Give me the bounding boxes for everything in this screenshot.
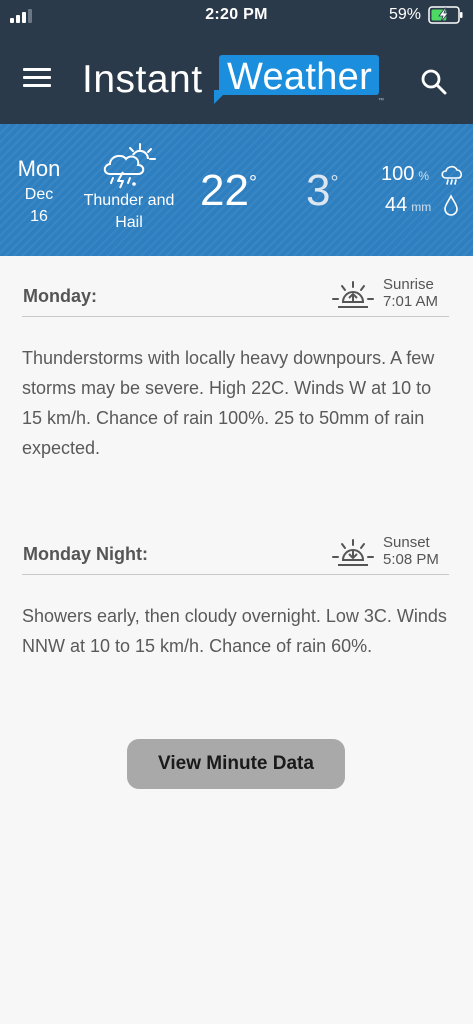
forecast-night-header: Monday Night: Sunset 5:08 PM bbox=[22, 534, 449, 575]
forecast-day-section: Monday: Sunrise 7:01 AM Thunderstorms wi… bbox=[22, 276, 449, 463]
low-temp-value: 3 bbox=[306, 166, 331, 215]
sunset-label: Sunset bbox=[383, 534, 430, 551]
condition-text: Thunder and Hail bbox=[83, 192, 175, 231]
day-name: Mon bbox=[17, 156, 61, 181]
high-temp-degree: ° bbox=[248, 172, 257, 194]
rain-chance-unit: % bbox=[418, 169, 430, 183]
battery-charging-icon bbox=[428, 6, 463, 24]
forecast-night-section: Monday Night: Sunset 5:08 PM Showers ear… bbox=[22, 534, 449, 661]
view-minute-data-button[interactable]: View Minute Data bbox=[127, 739, 345, 789]
logo-word-instant: Instant bbox=[82, 58, 203, 101]
logo-word-weather: Weather bbox=[227, 56, 373, 98]
rain-amount-value: 44 bbox=[385, 194, 408, 216]
high-temperature: 22° bbox=[200, 166, 257, 216]
rain-amount-unit: mm bbox=[411, 200, 432, 214]
sunrise-time: 7:01 AM bbox=[383, 293, 439, 310]
low-temp-degree: ° bbox=[330, 172, 339, 194]
logo-bubble-tail bbox=[214, 90, 228, 104]
hamburger-menu-icon[interactable] bbox=[23, 68, 51, 88]
forecast-night-text: Showers early, then cloudy overnight. Lo… bbox=[22, 606, 447, 656]
current-weather-bar: Mon Dec 16 Thunder and Hail 22° 3° 100% … bbox=[0, 124, 473, 256]
high-temp-value: 22 bbox=[200, 166, 249, 215]
battery-percent: 59% bbox=[389, 6, 422, 23]
instant-weather-logo: Instant Weather ™ bbox=[82, 54, 392, 114]
thunder-hail-icon bbox=[103, 143, 156, 189]
rain-amount: 44 mm bbox=[385, 194, 431, 217]
low-temperature: 3° bbox=[306, 166, 338, 216]
forecast-day-text: Thunderstorms with locally heavy downpou… bbox=[22, 348, 435, 458]
sunset-time: 5:08 PM bbox=[383, 551, 439, 568]
status-bar: 2:20 PM 59% bbox=[0, 0, 473, 32]
sunrise-label: Sunrise bbox=[383, 276, 434, 293]
search-icon[interactable] bbox=[420, 68, 448, 96]
day-month: Dec bbox=[24, 186, 54, 203]
forecast-day-title: Monday: bbox=[23, 286, 97, 306]
sunset-icon bbox=[332, 539, 374, 566]
logo-trademark: ™ bbox=[378, 98, 384, 104]
raindrop-icon bbox=[444, 194, 458, 216]
rain-cloud-icon bbox=[441, 165, 463, 185]
forecast-night-title: Monday Night: bbox=[23, 544, 148, 564]
rain-chance: 100% bbox=[381, 163, 429, 186]
forecast-day-header: Monday: Sunrise 7:01 AM bbox=[22, 276, 449, 317]
rain-chance-value: 100 bbox=[381, 163, 415, 185]
day-date: 16 bbox=[30, 208, 48, 225]
app-header: Instant Weather ™ bbox=[0, 32, 473, 124]
sunrise-icon bbox=[332, 281, 374, 308]
